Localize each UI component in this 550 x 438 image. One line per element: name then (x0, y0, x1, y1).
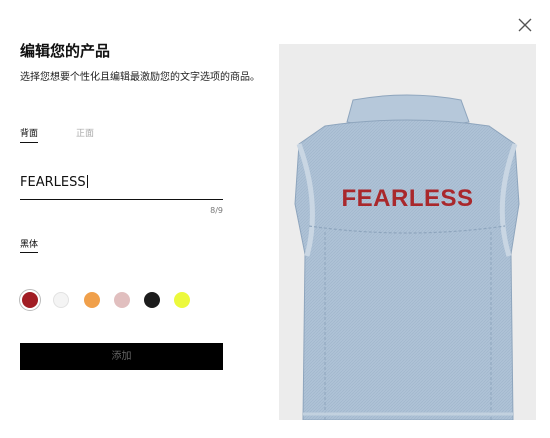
font-option-heiti[interactable]: 黑体 (20, 237, 39, 253)
page-subtitle: 选择您想要个性化且编辑最激励您的文字选项的商品。 (20, 72, 260, 83)
color-swatch-white[interactable] (53, 292, 69, 308)
close-icon (518, 18, 532, 32)
placement-tabs: 背面 正面 (20, 126, 94, 143)
page-title: 编辑您的产品 (20, 42, 111, 60)
custom-text-value: FEARLESS (20, 175, 86, 190)
custom-text-input[interactable]: FEARLESS (20, 170, 223, 200)
color-swatch-red[interactable] (19, 289, 41, 311)
character-count: 8/9 (210, 206, 223, 215)
color-swatch-black[interactable] (144, 292, 160, 308)
tab-back[interactable]: 背面 (20, 126, 39, 143)
color-swatch-pink[interactable] (114, 292, 130, 308)
tab-front[interactable]: 正面 (76, 126, 94, 143)
denim-vest-image (294, 94, 520, 420)
color-swatch-orange[interactable] (84, 292, 100, 308)
product-preview: FEARLESS (279, 44, 536, 420)
add-button[interactable]: 添加 (20, 343, 223, 370)
vest-print-text: FEARLESS (341, 185, 474, 212)
text-caret (86, 175, 88, 188)
close-button[interactable] (514, 14, 536, 36)
color-swatch-yellow[interactable] (174, 292, 190, 308)
